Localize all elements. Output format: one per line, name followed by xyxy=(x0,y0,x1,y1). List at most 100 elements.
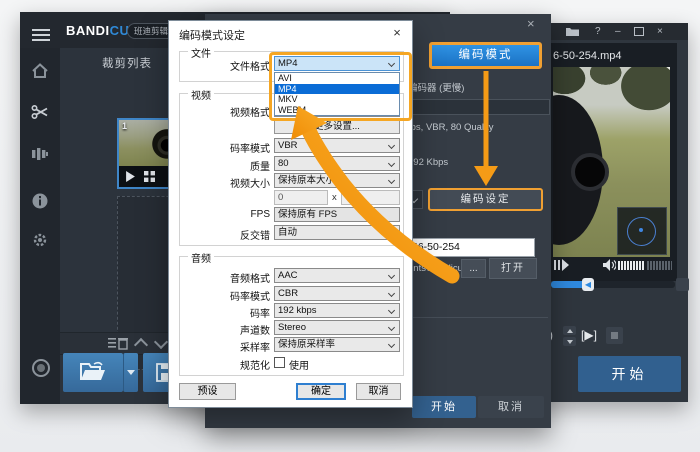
encode-settings-button[interactable]: 编码设定 xyxy=(428,188,543,211)
file-format-select[interactable]: MP4 xyxy=(274,56,400,71)
audio-format-label: 音频格式 xyxy=(179,270,270,285)
play-section-icon[interactable]: [▶] xyxy=(581,328,597,342)
audio-bitrate-select[interactable]: 192 kbps xyxy=(274,303,400,318)
deinterlace-label: 反交错 xyxy=(179,227,270,242)
dropdown-option-selected[interactable]: MP4 xyxy=(275,84,399,95)
chevron-up-icon[interactable] xyxy=(134,338,148,352)
folder-icon[interactable] xyxy=(566,27,579,37)
preview-panel: 6-50-254.mp4 xyxy=(551,43,677,281)
normalize-checkbox[interactable] xyxy=(274,357,285,368)
chevron-down-icon xyxy=(388,307,395,314)
minimize-icon[interactable]: – xyxy=(615,26,621,37)
audio-group-label: 音频 xyxy=(188,250,214,265)
menu-icon[interactable] xyxy=(32,26,50,44)
audio-format-select[interactable]: AAC xyxy=(274,268,400,283)
slider-handle[interactable]: ◀ xyxy=(582,278,594,291)
channels-row: 声道数 Stereo xyxy=(179,320,402,335)
fps-field[interactable]: 保持原有 FPS xyxy=(274,207,400,222)
audio-bitrate-mode-row: 码率模式 CBR xyxy=(179,286,402,301)
chevron-down-icon[interactable] xyxy=(154,335,168,349)
file-format-row: 文件格式 MP4 xyxy=(179,56,402,71)
scissors-icon[interactable] xyxy=(31,103,49,121)
fps-row: FPS 保持原有 FPS xyxy=(179,207,402,222)
open-file-button[interactable] xyxy=(63,353,123,392)
width-input[interactable]: 0 xyxy=(274,190,328,205)
audio-bitrate-mode-label: 码率模式 xyxy=(179,288,270,303)
panel-title: 裁剪列表 xyxy=(102,55,152,71)
chevron-down-icon xyxy=(127,370,135,375)
speaker-icon[interactable] xyxy=(603,259,616,271)
close-icon[interactable]: × xyxy=(657,26,663,37)
more-settings-button[interactable]: 更多设置... xyxy=(274,119,400,134)
encode-settings-dialog: 编码模式设定 × 文件 文件格式 MP4 视频 视频格式 更多设置... 码率模… xyxy=(168,20,413,408)
play-icon[interactable] xyxy=(125,171,136,182)
list-delete-icon[interactable] xyxy=(108,337,128,350)
encode-mode-button[interactable]: 编码模式 xyxy=(429,42,542,69)
close-icon[interactable]: × xyxy=(388,25,406,40)
dialog-start-button[interactable]: 开始 xyxy=(412,396,476,418)
audio-bitrate-mode-select[interactable]: CBR xyxy=(274,286,400,301)
ok-button[interactable]: 确定 xyxy=(296,383,346,400)
video-size-select[interactable]: 保持原本大小 xyxy=(274,173,400,188)
chevron-down-icon xyxy=(388,60,395,67)
format-dropdown-list[interactable]: AVI MP4 MKV WEBM xyxy=(274,72,400,116)
browse-button[interactable]: ... xyxy=(461,259,486,278)
video-group-label: 视频 xyxy=(188,87,214,102)
channels-select[interactable]: Stereo xyxy=(274,320,400,335)
deinterlace-select[interactable]: 自动 xyxy=(274,225,400,240)
slider-end-box[interactable] xyxy=(676,278,689,291)
volume-bars-filled[interactable] xyxy=(618,261,645,270)
start-button-main[interactable]: 开始 xyxy=(578,356,681,392)
spinner-down-icon[interactable] xyxy=(563,337,576,346)
seek-slider[interactable]: ◀ xyxy=(551,281,675,288)
deinterlace-row: 反交错 自动 xyxy=(179,225,402,240)
chevron-down-icon xyxy=(388,290,395,297)
screenshot-stage: BANDICUT 班迪剪辑 裁剪列表 1 xyxy=(0,0,700,452)
volume-bars-empty xyxy=(647,261,672,270)
open-folder-button[interactable]: 打开 xyxy=(489,258,537,279)
step-play-icon[interactable] xyxy=(554,259,569,271)
loaded-file-title: 6-50-254.mp4 xyxy=(553,50,622,62)
spinner-up-icon[interactable] xyxy=(563,326,576,335)
record-icon[interactable] xyxy=(31,358,51,378)
join-icon[interactable] xyxy=(31,145,49,163)
video-preview xyxy=(553,67,670,257)
gear-icon[interactable] xyxy=(31,231,49,249)
output-filename-input[interactable]: 46-50-254 xyxy=(408,238,535,257)
dropdown-option[interactable]: MKV xyxy=(275,94,399,105)
sidebar xyxy=(20,48,60,404)
home-icon[interactable] xyxy=(31,62,49,80)
preset-button[interactable]: 预设 xyxy=(179,383,236,400)
quality-summary: fps, VBR, 80 Quality xyxy=(408,122,494,133)
open-file-dropdown[interactable] xyxy=(123,353,138,392)
quality-select[interactable]: 80 xyxy=(274,156,400,171)
divider xyxy=(408,317,548,318)
info-icon[interactable] xyxy=(31,192,49,210)
help-icon[interactable]: ? xyxy=(595,26,601,37)
audio-bitrate-row: 码率 192 kbps xyxy=(179,303,402,318)
sample-rate-select[interactable]: 保持原采样率 xyxy=(274,337,400,352)
cancel-button[interactable]: 取消 xyxy=(356,383,401,400)
stop-icon[interactable] xyxy=(606,327,623,344)
video-size-row: 视频大小 保持原本大小 xyxy=(179,173,402,188)
chevron-down-icon xyxy=(388,324,395,331)
bitrate-mode-select[interactable]: VBR xyxy=(274,138,400,153)
chevron-down-icon xyxy=(388,272,395,279)
video-format-label: 视频格式 xyxy=(179,104,270,119)
audio-format-row: 音频格式 AAC xyxy=(179,268,402,283)
dialog-cancel-button[interactable]: 取消 xyxy=(478,396,544,418)
time-spinner[interactable] xyxy=(563,326,576,346)
grid-icon[interactable] xyxy=(144,171,155,182)
dropdown-option[interactable]: WEBM xyxy=(275,105,399,116)
chevron-down-icon xyxy=(388,177,395,184)
chevron-down-icon xyxy=(388,341,395,348)
maximize-icon[interactable] xyxy=(634,27,644,36)
quality-row: 质量 80 xyxy=(179,156,402,171)
close-icon[interactable]: × xyxy=(527,16,535,31)
dropdown-option[interactable]: AVI xyxy=(275,73,399,84)
height-input[interactable] xyxy=(341,190,400,205)
quality-label: 质量 xyxy=(179,158,270,173)
normalize-row: 规范化 使用 xyxy=(179,355,402,370)
file-format-label: 文件格式 xyxy=(179,58,270,73)
fps-label: FPS xyxy=(179,209,270,220)
